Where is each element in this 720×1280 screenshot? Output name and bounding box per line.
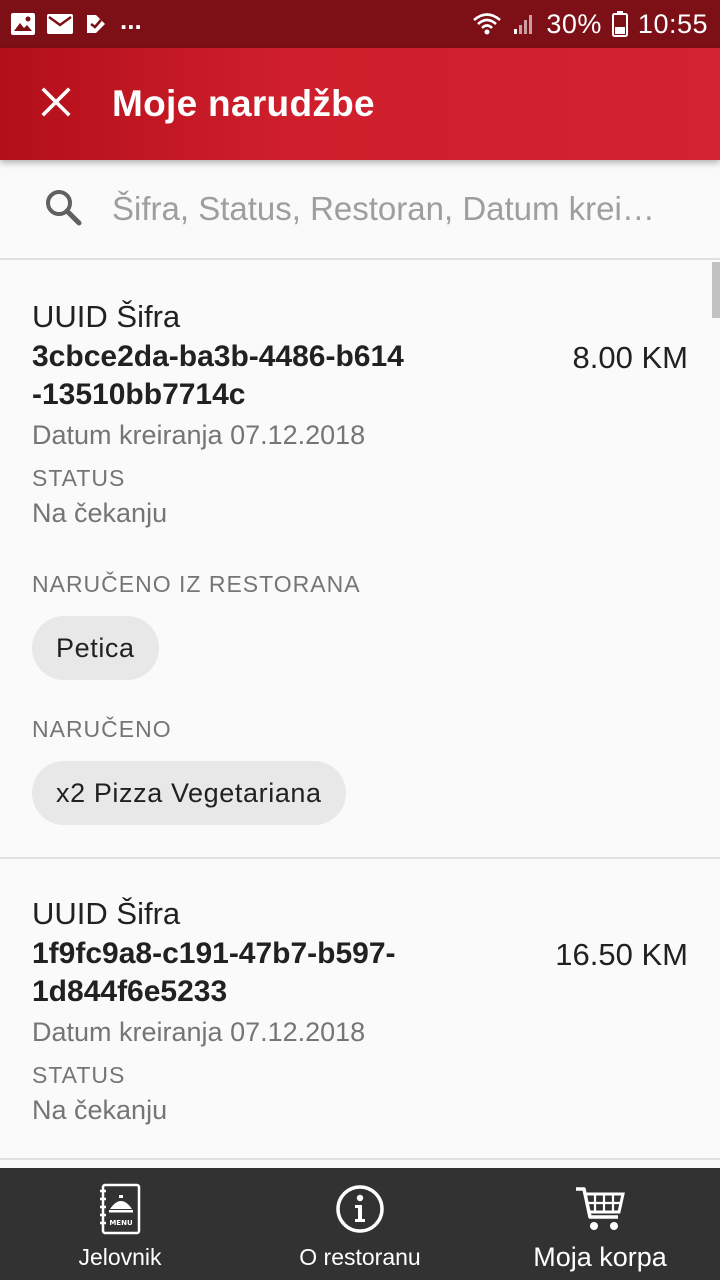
order-id-block: UUID Šifra 1f9fc9a8-c191-47b7-b597-1d844… <box>32 895 412 1011</box>
close-button[interactable] <box>0 48 112 160</box>
status-bar-notifications: ... <box>10 5 142 40</box>
image-notification-icon <box>10 12 36 36</box>
uuid-value: 1f9fc9a8-c191-47b7-b597-1d844f6e5233 <box>32 937 396 1008</box>
wifi-icon <box>472 12 502 36</box>
shopping-cart-icon <box>574 1182 626 1236</box>
uuid-label: UUID Šifra <box>32 299 181 334</box>
search-icon-container <box>0 159 112 259</box>
uuid-value: 3cbce2da-ba3b-4486-b614-13510bb7714c <box>32 340 404 411</box>
search-icon <box>43 187 83 232</box>
order-price: 8.00 KM <box>572 340 688 375</box>
order-price: 16.50 KM <box>555 937 688 972</box>
nav-label: Moja korpa <box>533 1242 667 1272</box>
ordered-item-chip[interactable]: x2 Pizza Vegetariana <box>32 761 346 825</box>
uuid-label: UUID Šifra <box>32 896 181 931</box>
status-value: Na čekanju <box>32 498 168 528</box>
more-notifications: ... <box>120 4 142 35</box>
signal-icon <box>512 12 536 36</box>
order-date: Datum kreiranja 07.12.2018 <box>32 1017 366 1047</box>
nav-item-moja-korpa[interactable]: Moja korpa <box>480 1168 720 1280</box>
bottom-navigation: MENU Jelovnik O restoranu Moja korpa <box>0 1168 720 1280</box>
svg-text:MENU: MENU <box>109 1219 133 1227</box>
status-value: Na čekanju <box>32 1095 168 1125</box>
info-icon <box>335 1182 385 1236</box>
status-label: STATUS <box>32 465 126 491</box>
app-bar: Moje narudžbe <box>0 48 720 160</box>
scrollbar-thumb[interactable] <box>712 262 720 318</box>
restaurant-label: NARUČENO IZ RESTORANA <box>32 571 361 597</box>
nav-item-jelovnik[interactable]: MENU Jelovnik <box>0 1168 240 1280</box>
order-header: UUID Šifra 3cbce2da-ba3b-4486-b614-13510… <box>32 298 688 414</box>
task-notification-icon <box>84 12 108 36</box>
battery-icon <box>611 11 628 37</box>
nav-label: Jelovnik <box>78 1244 162 1270</box>
nav-item-o-restoranu[interactable]: O restoranu <box>240 1168 480 1280</box>
search-input[interactable] <box>112 179 682 239</box>
restaurant-chip[interactable]: Petica <box>32 616 159 680</box>
status-label: STATUS <box>32 1062 126 1088</box>
order-list[interactable]: UUID Šifra 3cbce2da-ba3b-4486-b614-13510… <box>0 262 720 1168</box>
status-bar-system: 30% 10:55 <box>472 9 708 40</box>
order-id-block: UUID Šifra 3cbce2da-ba3b-4486-b614-13510… <box>32 298 412 414</box>
mail-notification-icon <box>46 13 74 35</box>
order-date: Datum kreiranja 07.12.2018 <box>32 420 366 450</box>
battery-percent: 30% <box>546 8 602 39</box>
search-bar <box>0 160 720 260</box>
clock: 10:55 <box>637 8 708 39</box>
menu-book-icon: MENU <box>98 1182 142 1236</box>
ordered-label: NARUČENO <box>32 716 172 742</box>
close-icon <box>41 86 71 122</box>
order-card[interactable]: UUID Šifra 3cbce2da-ba3b-4486-b614-13510… <box>0 262 720 859</box>
status-bar: ... 30% 10:55 <box>0 0 720 48</box>
nav-label: O restoranu <box>299 1244 421 1270</box>
page-title: Moje narudžbe <box>112 83 375 124</box>
order-header: UUID Šifra 1f9fc9a8-c191-47b7-b597-1d844… <box>32 895 688 1011</box>
order-card[interactable]: UUID Šifra 1f9fc9a8-c191-47b7-b597-1d844… <box>0 859 720 1160</box>
